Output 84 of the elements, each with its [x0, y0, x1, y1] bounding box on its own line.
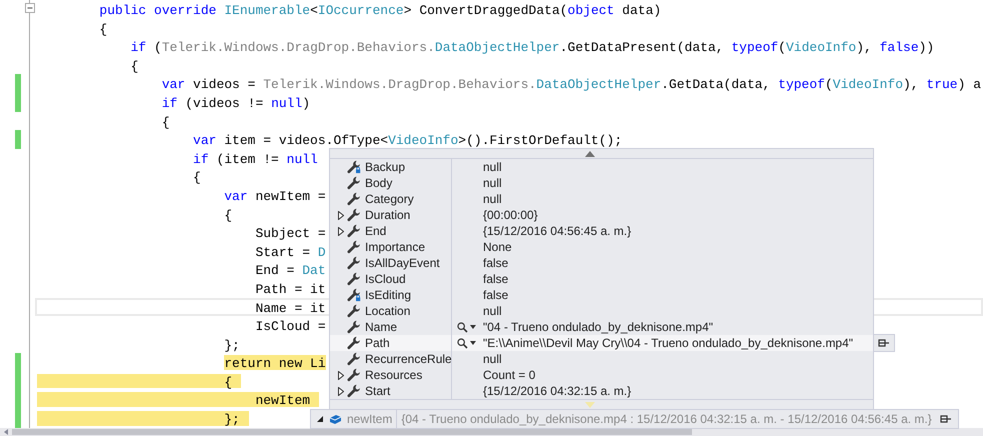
property-row[interactable]: Backup null	[330, 159, 873, 175]
property-name: Category	[365, 191, 414, 208]
scroll-up-icon[interactable]	[585, 150, 595, 156]
code-line: {	[162, 114, 170, 128]
property-row[interactable]: Location null	[330, 303, 873, 319]
code-line: var item = videos.OfType<VideoInfo>().FirstOrDefault();	[193, 132, 622, 147]
property-row[interactable]: Resources Count = 0	[330, 367, 873, 383]
code-line: if (Telerik.Windows.DragDrop.Behaviors.DataObjectHelper.GetDataPresent(data, typeof(VideoInfo), false))	[130, 39, 934, 54]
horizontal-scrollbar[interactable]	[0, 428, 983, 436]
visualizer-button[interactable]	[457, 322, 476, 332]
pin-button[interactable]	[873, 334, 895, 352]
code-line: var newItem =	[224, 188, 326, 203]
variable-name: newItem	[347, 410, 398, 428]
code-line: var videos = Telerik.Windows.DragDrop.Behaviors.DataObjectHelper.GetData(data, typeof(VideoInfo), true) a	[162, 76, 982, 91]
property-name: End	[365, 223, 386, 240]
property-name: Location	[365, 303, 410, 320]
code-line: if (videos != null)	[162, 94, 310, 110]
property-name: Path	[365, 335, 390, 352]
property-row[interactable]: End {15/12/2016 04:56:45 a. m.}	[330, 223, 873, 239]
property-name: Backup	[365, 159, 406, 176]
property-name: Resources	[365, 367, 422, 384]
property-row[interactable]: Start {15/12/2016 04:32:15 a. m.}	[330, 383, 873, 399]
expanded-icon[interactable]	[316, 415, 324, 423]
variable-value: {04 - Trueno ondulado_by_deknisone.mp4 : 15/12/2016 04:32:15 a. m. - 15/12/2016 04:56:45 a. m.}	[401, 411, 932, 428]
scroll-left-icon[interactable]	[2, 428, 10, 436]
property-value: {15/12/2016 04:32:15 a. m.}	[483, 383, 632, 400]
code-line: public override IEnumerable<IOccurrence> ConvertDraggedData(object data)	[99, 2, 662, 17]
property-name: Start	[365, 383, 390, 400]
code-line: Subject =	[255, 225, 326, 240]
code-line: Start = D	[255, 244, 326, 258]
property-name: Name	[365, 319, 398, 336]
expand-icon[interactable]	[338, 226, 344, 236]
property-value: null	[483, 351, 502, 368]
property-value: None	[483, 239, 512, 256]
property-value: false	[483, 255, 508, 272]
object-icon	[329, 414, 342, 424]
code-line: {	[193, 169, 201, 184]
expand-icon[interactable]	[338, 386, 344, 396]
property-name: Body	[365, 175, 392, 192]
expand-icon[interactable]	[338, 210, 344, 220]
property-value: false	[483, 271, 508, 288]
property-row[interactable]: Duration {00:00:00}	[330, 207, 873, 223]
property-row[interactable]: Importance None	[330, 239, 873, 255]
property-row[interactable]: RecurrenceRule null	[330, 351, 873, 367]
property-row[interactable]: IsCloud false	[330, 271, 873, 287]
code-line: End = Dat	[255, 262, 326, 277]
caret-icon	[470, 341, 476, 345]
property-value: "04 - Trueno ondulado_by_deknisone.mp4"	[483, 319, 714, 336]
code-line: Path = it	[255, 280, 326, 296]
scrollbar-thumb[interactable]	[12, 429, 692, 435]
property-name: Duration	[365, 207, 410, 224]
code-line: {	[224, 206, 232, 222]
code-line: IsCloud =	[255, 318, 326, 333]
collapse-icon[interactable]	[25, 3, 35, 13]
property-value: null	[483, 159, 502, 176]
property-name: IsCloud	[365, 271, 406, 288]
property-value: "E:\\Anime\\Devil May Cry\\04 - Trueno ondulado_by_deknisone.mp4"	[483, 335, 854, 352]
code-line: if (item != null	[193, 150, 318, 166]
property-name: IsAllDayEvent	[365, 255, 440, 272]
property-value: false	[483, 287, 508, 304]
property-row[interactable]: Category null	[330, 191, 873, 207]
property-row[interactable]: Body null	[330, 175, 873, 191]
property-value: Count = 0	[483, 367, 536, 384]
code-line: {	[99, 20, 108, 36]
property-name: Importance	[365, 239, 426, 256]
expand-icon[interactable]	[338, 370, 344, 380]
search-icon	[457, 338, 468, 348]
code-line: Name = it	[255, 300, 326, 314]
property-value: {00:00:00}	[483, 207, 538, 224]
visualizer-button[interactable]	[457, 338, 476, 348]
code-line: };	[224, 336, 240, 352]
caret-icon	[470, 325, 476, 329]
property-value: {15/12/2016 04:56:45 a. m.}	[483, 223, 632, 240]
property-row[interactable]: IsAllDayEvent false	[330, 255, 873, 271]
property-row[interactable]: IsEditing false	[330, 287, 873, 303]
property-value: null	[483, 175, 502, 192]
property-value: null	[483, 303, 502, 320]
pin-icon[interactable]	[940, 415, 952, 423]
property-value: null	[483, 191, 502, 208]
code-line: {	[130, 58, 138, 72]
property-name: IsEditing	[365, 287, 412, 304]
pin-icon[interactable]	[878, 339, 890, 347]
search-icon	[457, 322, 468, 332]
property-name: RecurrenceRule	[365, 351, 452, 368]
